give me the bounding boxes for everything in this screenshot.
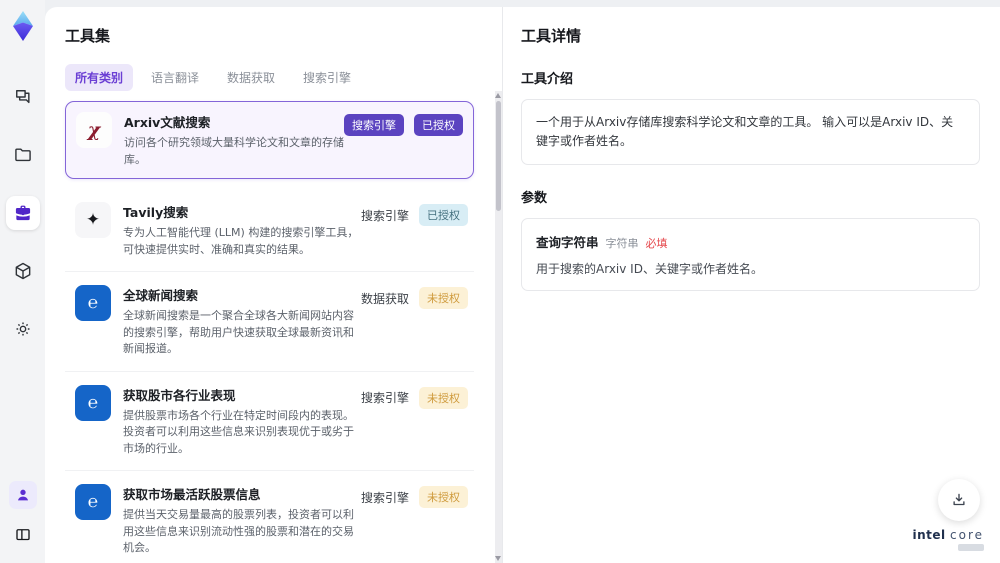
- tool-name: Tavily搜索: [123, 205, 189, 220]
- arxiv-icon: χ: [76, 112, 112, 148]
- folder-icon: [13, 145, 33, 165]
- tool-item-global-news[interactable]: ℮ 全球新闻搜索 全球新闻搜索是一个聚合全球各大新闻网站内容的搜索引擎，帮助用户…: [65, 272, 474, 372]
- cube-icon: [13, 261, 33, 281]
- category-tabs: 所有类别 语言翻译 数据获取 搜索引擎: [65, 64, 488, 91]
- param-required-badge: 必填: [645, 237, 668, 251]
- param-name: 查询字符串: [536, 235, 599, 251]
- user-avatar[interactable]: [8, 481, 37, 509]
- tab-search-engine[interactable]: 搜索引擎: [293, 64, 361, 91]
- app-logo: [8, 10, 38, 42]
- sidebar-item-files[interactable]: [6, 138, 40, 172]
- auth-status-badge: 已授权: [419, 204, 468, 226]
- user-icon: [15, 487, 31, 503]
- tool-description: 访问各个研究领域大量科学论文和文章的存储库。: [124, 136, 344, 166]
- stock-sector-icon: ℮: [75, 384, 111, 421]
- intro-heading: 工具介绍: [521, 72, 574, 87]
- tool-item-tavily[interactable]: ✦ Tavily搜索 专为人工智能代理 (LLM) 构建的搜索引擎工具，可快速提…: [65, 189, 474, 272]
- tool-description: 提供股票市场各个行业在特定时间段内的表现。投资者可以利用这些信息来识别表现优于或…: [123, 408, 354, 455]
- parameter-card: 查询字符串 字符串 必填 用于搜索的Arxiv ID、关键字或作者姓名。: [521, 218, 980, 292]
- auth-status-badge: 未授权: [419, 486, 468, 508]
- tool-list: χ Arxiv文献搜索 访问各个研究领域大量科学论文和文章的存储库。 搜索引擎 …: [65, 101, 488, 563]
- detail-title: 工具详情: [521, 27, 582, 45]
- tool-description: 专为人工智能代理 (LLM) 构建的搜索引擎工具，可快速提供实时、准确和真实的结…: [123, 226, 359, 256]
- tab-language-translation[interactable]: 语言翻译: [141, 64, 209, 91]
- download-button[interactable]: [938, 479, 980, 521]
- tool-intro-text: 一个用于从Arxiv存储库搜索科学论文和文章的工具。 输入可以是Arxiv ID…: [521, 99, 980, 166]
- active-stocks-icon: ℮: [75, 484, 111, 520]
- sidebar-item-tools[interactable]: [5, 196, 40, 230]
- core-text: core: [950, 528, 984, 542]
- intel-core-logo: intel core: [913, 528, 984, 551]
- tool-detail-panel: 工具详情 工具介绍 一个用于从Arxiv存储库搜索科学论文和文章的工具。 输入可…: [503, 7, 1000, 563]
- tool-name: Arxiv文献搜索: [124, 115, 211, 130]
- sidebar-item-chat[interactable]: [6, 80, 40, 114]
- panel-layout-icon: [14, 526, 32, 544]
- category-badge: 搜索引擎: [344, 114, 404, 136]
- gear-icon: [13, 319, 33, 339]
- category-label: 搜索引擎: [360, 208, 409, 223]
- param-description: 用于搜索的Arxiv ID、关键字或作者姓名。: [536, 262, 763, 277]
- tab-data-fetch[interactable]: 数据获取: [217, 64, 285, 91]
- category-label: 数据获取: [360, 291, 409, 306]
- tool-name: 全球新闻搜索: [123, 288, 199, 303]
- auth-status-badge: 已授权: [414, 114, 463, 136]
- collapse-panel-button[interactable]: [9, 521, 37, 549]
- main-content: 工具集 所有类别 语言翻译 数据获取 搜索引擎 χ Arxiv文献搜索 访问各个…: [45, 7, 1000, 563]
- sidebar-item-models[interactable]: [6, 254, 40, 288]
- tool-description: 提供当天交易量最高的股票列表，投资者可以利用这些信息来识别流动性强的股票和潜在的…: [123, 508, 354, 554]
- tool-item-active-stocks[interactable]: ℮ 获取市场最活跃股票信息 提供当天交易量最高的股票列表，投资者可以利用这些信息…: [65, 471, 474, 563]
- category-label: 搜索引擎: [360, 490, 409, 505]
- intel-text: intel: [912, 528, 946, 542]
- toolbox-icon: [13, 203, 33, 223]
- scroll-down-arrow-icon[interactable]: [495, 556, 501, 561]
- tool-list-panel: 工具集 所有类别 语言翻译 数据获取 搜索引擎 χ Arxiv文献搜索 访问各个…: [45, 7, 502, 563]
- sparkle-icon: ✦: [75, 202, 111, 238]
- tab-all-categories[interactable]: 所有类别: [65, 64, 134, 91]
- tool-name: 获取市场最活跃股票信息: [123, 487, 261, 502]
- page-title: 工具集: [65, 27, 111, 45]
- scrollbar-thumb[interactable]: [496, 101, 501, 211]
- tool-description: 全球新闻搜索是一个聚合全球各大新闻网站内容的搜索引擎，帮助用户快速获取全球最新资…: [123, 309, 354, 355]
- tool-name: 获取股市各行业表现: [123, 387, 236, 403]
- chat-icon: [13, 87, 33, 107]
- app-sidebar: [0, 0, 45, 563]
- scroll-up-arrow-icon[interactable]: [495, 93, 501, 98]
- params-heading: 参数: [521, 191, 548, 207]
- category-label: 搜索引擎: [360, 391, 409, 405]
- auth-status-badge: 未授权: [419, 386, 468, 409]
- tool-item-sector-performance[interactable]: ℮ 获取股市各行业表现 提供股票市场各个行业在特定时间段内的表现。投资者可以利用…: [65, 372, 474, 471]
- intel-sub-badge: [958, 544, 984, 551]
- news-search-icon: ℮: [75, 285, 111, 321]
- sidebar-item-settings[interactable]: [6, 312, 40, 346]
- download-icon: [950, 491, 968, 509]
- param-type: 字符串: [605, 237, 639, 251]
- tool-item-arxiv[interactable]: χ Arxiv文献搜索 访问各个研究领域大量科学论文和文章的存储库。 搜索引擎 …: [65, 101, 474, 179]
- auth-status-badge: 未授权: [419, 287, 468, 309]
- list-scrollbar[interactable]: [495, 91, 502, 563]
